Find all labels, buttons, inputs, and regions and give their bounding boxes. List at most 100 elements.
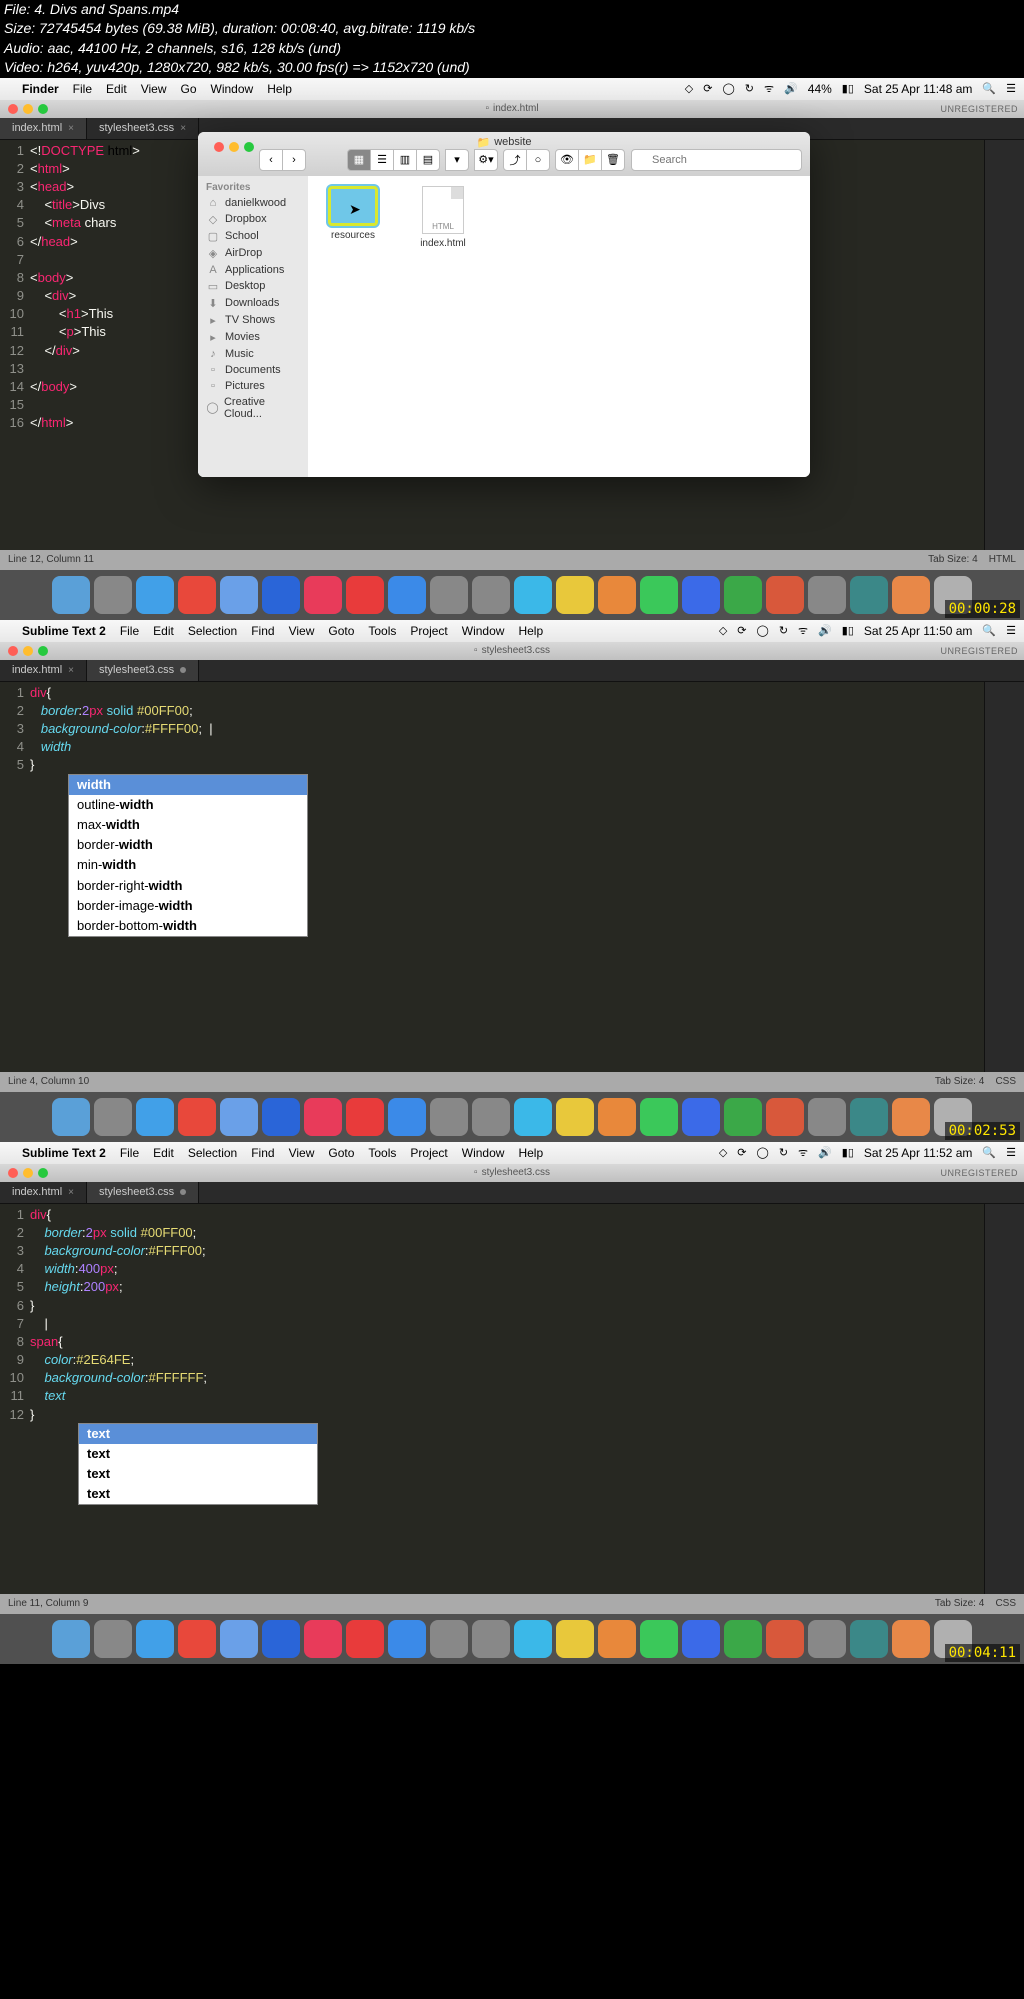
sidebar-item-applications[interactable]: AApplications bbox=[198, 262, 308, 278]
forward-button[interactable]: › bbox=[282, 149, 306, 171]
tab-index-html[interactable]: index.html× bbox=[0, 1182, 87, 1203]
spotlight-icon[interactable]: 🔍 bbox=[982, 624, 996, 637]
dock-item-launchpad[interactable] bbox=[94, 576, 132, 614]
dock-item-mail[interactable] bbox=[220, 576, 258, 614]
code-editor[interactable]: 123456789101112 div{ border:2px solid #0… bbox=[0, 1204, 1024, 1594]
tab-stylesheet3-css[interactable]: stylesheet3.css bbox=[87, 660, 199, 681]
notifications-icon[interactable]: ☰ bbox=[1006, 82, 1016, 95]
quicklook-button[interactable]: 👁 bbox=[555, 149, 579, 171]
menu-window[interactable]: Window bbox=[462, 624, 505, 638]
dock-item-skype[interactable] bbox=[514, 1620, 552, 1658]
dock-item-sublime[interactable] bbox=[808, 1620, 846, 1658]
dock-item-skype[interactable] bbox=[514, 576, 552, 614]
tags-button[interactable]: ○ bbox=[526, 149, 550, 171]
sidebar-item-pictures[interactable]: ▫Pictures bbox=[198, 378, 308, 394]
volume-icon[interactable]: 🔊 bbox=[818, 1146, 832, 1159]
menu-file[interactable]: File bbox=[120, 624, 139, 638]
autocomplete-item[interactable]: width bbox=[69, 775, 307, 795]
code-area[interactable]: div{ border:2px solid #00FF00; backgroun… bbox=[30, 1204, 984, 1594]
dock-item-sublime[interactable] bbox=[808, 1098, 846, 1136]
autocomplete-popup[interactable]: texttexttexttext bbox=[78, 1423, 318, 1506]
sidebar-item-desktop[interactable]: ▭Desktop bbox=[198, 278, 308, 295]
syntax-mode[interactable]: CSS bbox=[995, 1076, 1016, 1087]
newfolder-button[interactable]: 📁 bbox=[578, 149, 602, 171]
dropbox-icon[interactable]: ◇ bbox=[719, 624, 727, 637]
menu-tools[interactable]: Tools bbox=[368, 1146, 396, 1160]
dock-item-arduino[interactable] bbox=[850, 1620, 888, 1658]
menu-view[interactable]: View bbox=[289, 624, 315, 638]
dock-item-other[interactable] bbox=[430, 1098, 468, 1136]
finder-search-input[interactable] bbox=[631, 149, 802, 171]
dock-item-vlc[interactable] bbox=[598, 1620, 636, 1658]
wifi-icon[interactable]: ᯤ bbox=[764, 81, 774, 96]
dock-item-other[interactable] bbox=[430, 1620, 468, 1658]
minimize-button[interactable] bbox=[229, 142, 239, 152]
dock-item-safari[interactable] bbox=[136, 1098, 174, 1136]
dock-item-settings[interactable] bbox=[472, 1098, 510, 1136]
menu-selection[interactable]: Selection bbox=[188, 1146, 237, 1160]
file-index-html[interactable]: HTML index.html bbox=[408, 186, 478, 249]
dock-item-sublime[interactable] bbox=[808, 576, 846, 614]
timemachine-icon[interactable]: ↻ bbox=[779, 1146, 788, 1159]
menu-edit[interactable]: Edit bbox=[106, 82, 127, 96]
dock-item-dropbox[interactable] bbox=[262, 1620, 300, 1658]
dock-item-skype[interactable] bbox=[514, 1098, 552, 1136]
menu-goto[interactable]: Goto bbox=[328, 624, 354, 638]
syntax-mode[interactable]: HTML bbox=[989, 554, 1016, 565]
zoom-button[interactable] bbox=[38, 1168, 48, 1178]
tab-index-html[interactable]: index.html× bbox=[0, 118, 87, 139]
autocomplete-item[interactable]: border-right-width bbox=[69, 876, 307, 896]
battery-icon[interactable]: ▮▯ bbox=[842, 1146, 854, 1159]
dock-item-launchpad[interactable] bbox=[94, 1098, 132, 1136]
sidebar-item-airdrop[interactable]: ◈AirDrop bbox=[198, 245, 308, 262]
dock-item-itunes[interactable] bbox=[346, 1098, 384, 1136]
timemachine-icon[interactable]: ↻ bbox=[779, 624, 788, 637]
dock-item-chrome[interactable] bbox=[178, 1620, 216, 1658]
dock-item-finder[interactable] bbox=[52, 576, 90, 614]
dock-item-powerpoint[interactable] bbox=[766, 576, 804, 614]
autocomplete-item[interactable]: max-width bbox=[69, 815, 307, 835]
dock-item-excel[interactable] bbox=[724, 576, 762, 614]
zoom-button[interactable] bbox=[38, 104, 48, 114]
dock-item-powerpoint[interactable] bbox=[766, 1620, 804, 1658]
dock-item-other[interactable] bbox=[430, 576, 468, 614]
autocomplete-item[interactable]: text bbox=[79, 1444, 317, 1464]
minimap[interactable] bbox=[984, 682, 1024, 1072]
sidebar-item-tv-shows[interactable]: ▸TV Shows bbox=[198, 312, 308, 329]
menu-find[interactable]: Find bbox=[251, 1146, 274, 1160]
finder-window[interactable]: 📁website ‹ › ▦ ☰ ▥ ▤ ▾ ⚙▾ ⤴ ○ bbox=[198, 132, 810, 477]
autocomplete-item[interactable]: outline-width bbox=[69, 795, 307, 815]
menu-window[interactable]: Window bbox=[211, 82, 254, 96]
dropbox-icon[interactable]: ◇ bbox=[685, 82, 693, 95]
dock-item-dropbox[interactable] bbox=[262, 1098, 300, 1136]
zoom-button[interactable] bbox=[244, 142, 254, 152]
autocomplete-popup[interactable]: widthoutline-widthmax-widthborder-widthm… bbox=[68, 774, 308, 938]
dock-item-safari[interactable] bbox=[136, 576, 174, 614]
menu-help[interactable]: Help bbox=[267, 82, 292, 96]
minimap[interactable] bbox=[984, 1204, 1024, 1594]
menu-project[interactable]: Project bbox=[410, 624, 447, 638]
spotlight-icon[interactable]: 🔍 bbox=[982, 1146, 996, 1159]
sync-icon[interactable]: ⟳ bbox=[703, 82, 712, 95]
minimize-button[interactable] bbox=[23, 1168, 33, 1178]
dock-item-skitch[interactable] bbox=[304, 576, 342, 614]
dock-item-finder[interactable] bbox=[52, 1098, 90, 1136]
dock-item-arduino[interactable] bbox=[850, 1098, 888, 1136]
dock-item-spotify[interactable] bbox=[640, 1098, 678, 1136]
autocomplete-item[interactable]: text bbox=[79, 1464, 317, 1484]
dock-item-word[interactable] bbox=[682, 576, 720, 614]
list-view-button[interactable]: ☰ bbox=[370, 149, 394, 171]
code-area[interactable]: div{ border:2px solid #00FF00; backgroun… bbox=[30, 682, 984, 1072]
sync-icon[interactable]: ⟳ bbox=[737, 1146, 746, 1159]
dock-item-appstore[interactable] bbox=[388, 1620, 426, 1658]
coverflow-view-button[interactable]: ▤ bbox=[416, 149, 440, 171]
menu-find[interactable]: Find bbox=[251, 624, 274, 638]
dock-item-chrome[interactable] bbox=[178, 1098, 216, 1136]
close-button[interactable] bbox=[8, 646, 18, 656]
column-view-button[interactable]: ▥ bbox=[393, 149, 417, 171]
folder-resources[interactable]: ➤ resources bbox=[318, 186, 388, 241]
tab-size[interactable]: Tab Size: 4 bbox=[935, 1076, 984, 1087]
dock-item-vlc[interactable] bbox=[598, 1098, 636, 1136]
timemachine-icon[interactable]: ↻ bbox=[745, 82, 754, 95]
dock-item-finder[interactable] bbox=[52, 1620, 90, 1658]
